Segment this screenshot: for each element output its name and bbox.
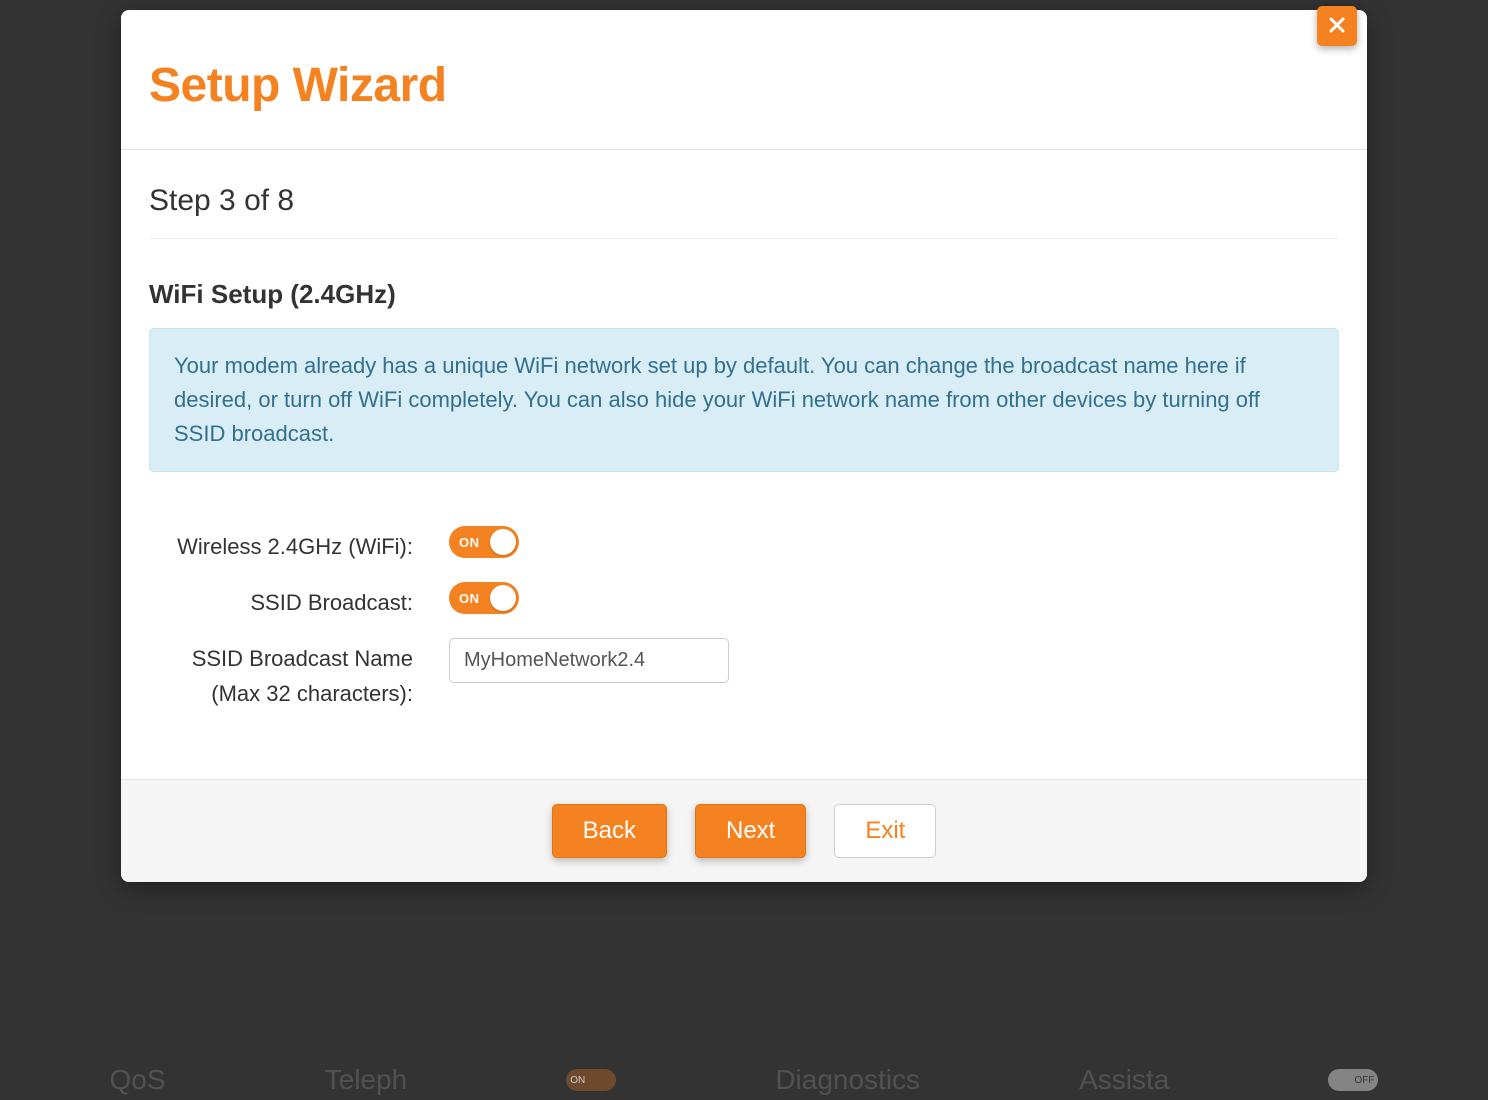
bg-nav-assista: Assista xyxy=(1079,1064,1169,1096)
background-nav: QoS Teleph ON Diagnostics Assista OFF xyxy=(0,1060,1488,1100)
close-icon xyxy=(1329,13,1345,39)
ssid-name-label: SSID Broadcast Name (Max 32 characters): xyxy=(149,638,449,710)
ssid-name-input[interactable] xyxy=(449,638,729,683)
bg-toggle-off: OFF xyxy=(1328,1069,1378,1091)
section-heading: WiFi Setup (2.4GHz) xyxy=(149,279,1339,310)
modal-title: Setup Wizard xyxy=(149,58,1339,113)
row-wireless: Wireless 2.4GHz (WiFi): ON xyxy=(149,526,729,564)
exit-button[interactable]: Exit xyxy=(834,804,936,858)
ssid-broadcast-toggle-state: ON xyxy=(459,591,480,606)
wireless-label: Wireless 2.4GHz (WiFi): xyxy=(149,526,449,564)
modal-footer: Back Next Exit xyxy=(121,779,1367,882)
bg-nav-teleph: Teleph xyxy=(325,1064,408,1096)
bg-nav-diagnostics: Diagnostics xyxy=(775,1064,920,1096)
row-ssid-name: SSID Broadcast Name (Max 32 characters): xyxy=(149,638,729,710)
toggle-knob-icon xyxy=(490,529,516,555)
ssid-broadcast-toggle[interactable]: ON xyxy=(449,582,519,614)
row-ssid-broadcast: SSID Broadcast: ON xyxy=(149,582,729,620)
wifi-form: Wireless 2.4GHz (WiFi): ON SSID Broadcas… xyxy=(149,508,729,728)
bg-toggle-on: ON xyxy=(566,1069,616,1091)
modal-header: Setup Wizard xyxy=(121,10,1367,150)
step-heading: Step 3 of 8 xyxy=(149,184,1339,239)
setup-wizard-modal: Setup Wizard Step 3 of 8 WiFi Setup (2.4… xyxy=(121,10,1367,882)
info-alert: Your modem already has a unique WiFi net… xyxy=(149,328,1339,472)
modal-body: Step 3 of 8 WiFi Setup (2.4GHz) Your mod… xyxy=(121,150,1367,779)
wireless-toggle-state: ON xyxy=(459,535,480,550)
ssid-name-label-line2: (Max 32 characters): xyxy=(211,681,413,706)
wireless-toggle[interactable]: ON xyxy=(449,526,519,558)
back-button[interactable]: Back xyxy=(552,804,667,858)
close-button[interactable] xyxy=(1317,6,1357,46)
ssid-broadcast-label: SSID Broadcast: xyxy=(149,582,449,620)
bg-nav-qos: QoS xyxy=(110,1064,166,1096)
toggle-knob-icon xyxy=(490,585,516,611)
ssid-name-label-line1: SSID Broadcast Name xyxy=(192,646,413,671)
next-button[interactable]: Next xyxy=(695,804,806,858)
